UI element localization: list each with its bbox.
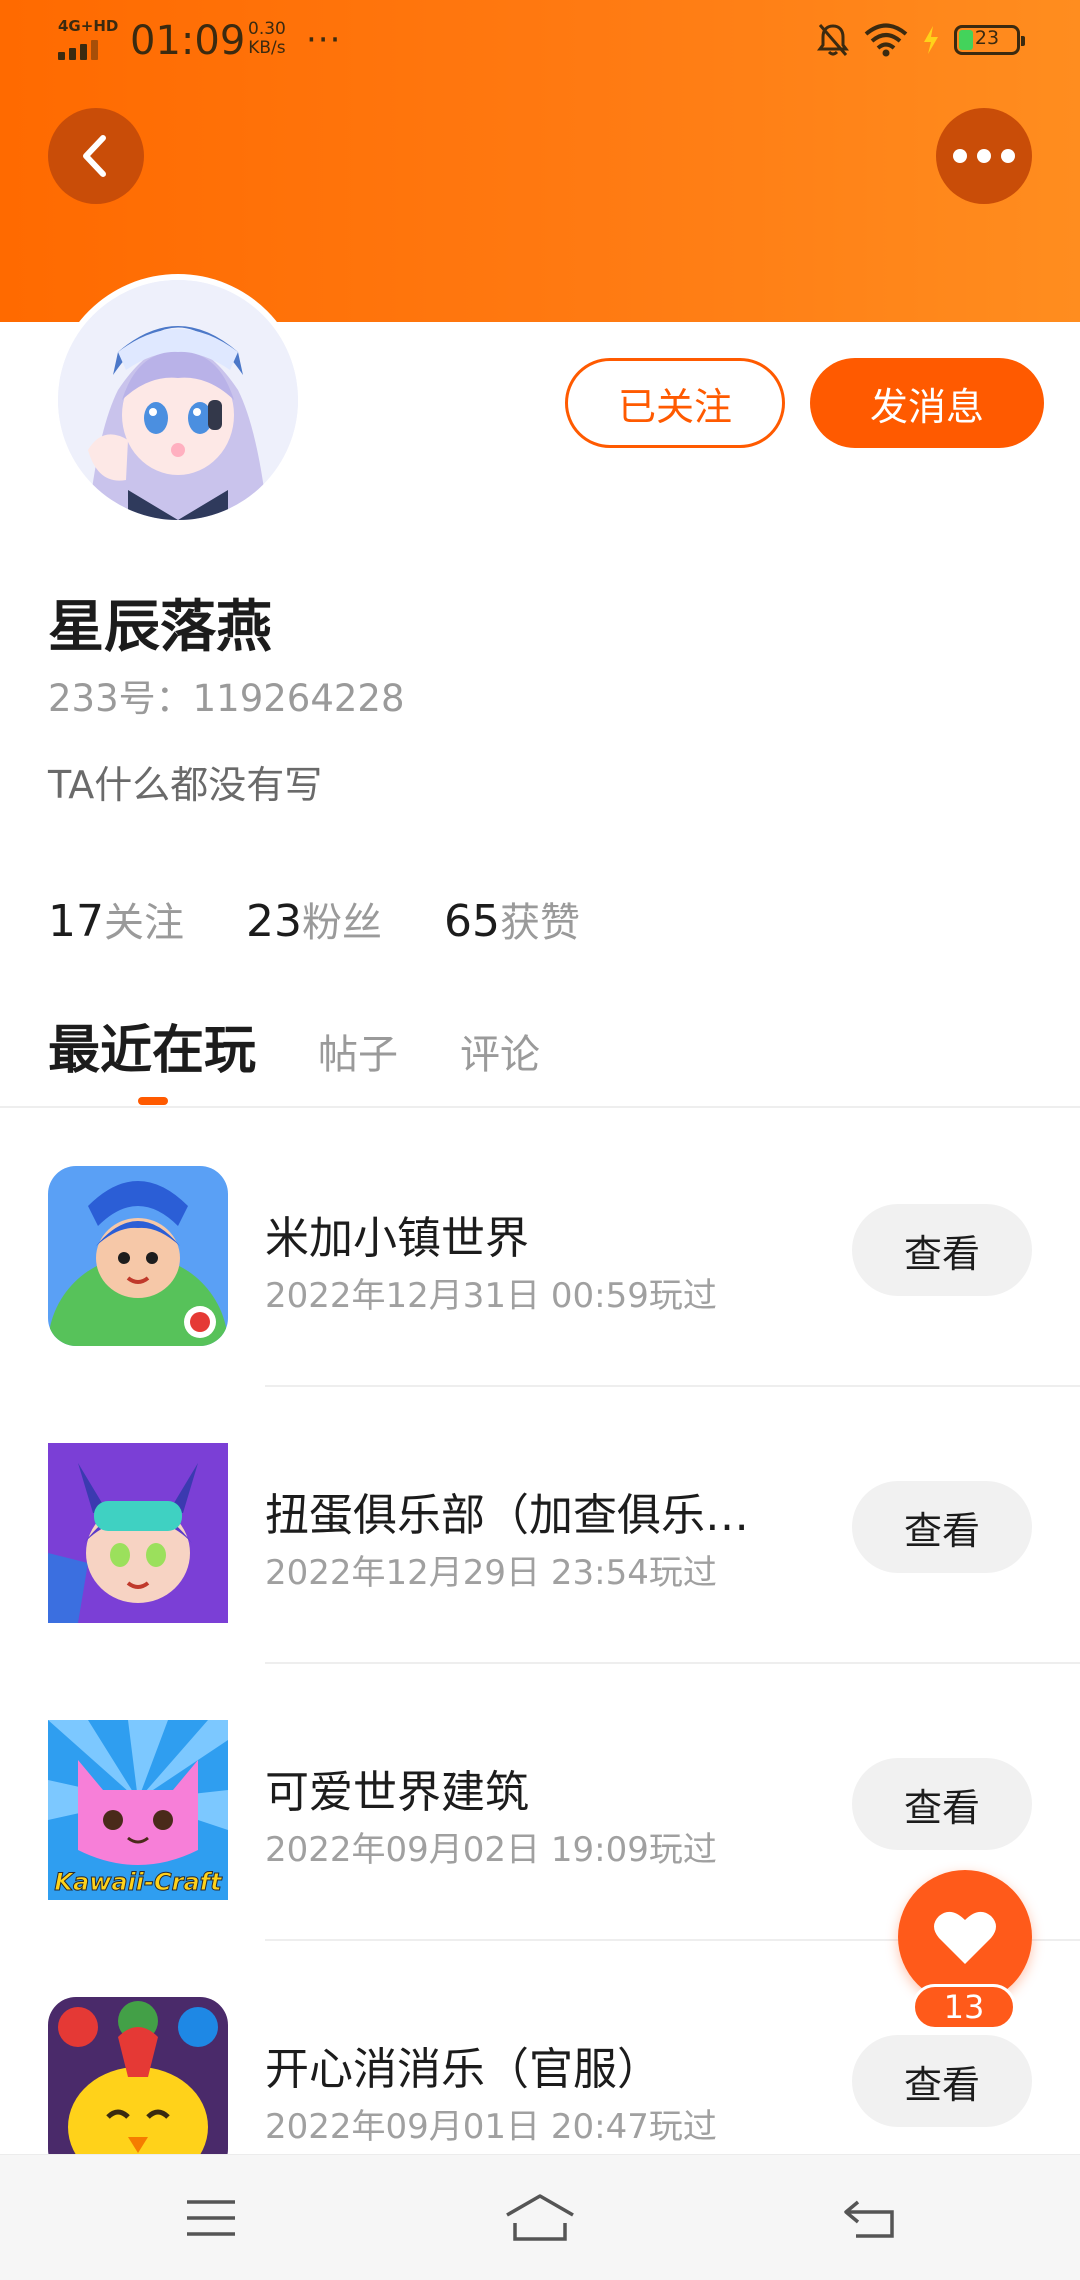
- tab-divider: [0, 1106, 1080, 1108]
- profile-stats: 17关注 23粉丝 65获赞: [48, 890, 580, 948]
- tab-recently-played[interactable]: 最近在玩: [48, 1008, 256, 1083]
- game-title: 米加小镇世界: [265, 1213, 529, 1264]
- list-item[interactable]: 米加小镇世界 2022年12月31日 00:59玩过 查看: [0, 1110, 1080, 1387]
- game-icon-logo-text: Kawaii-Craft: [54, 1868, 223, 1896]
- view-button[interactable]: 查看: [852, 1758, 1032, 1850]
- profile-page: 4G+HD 01:09 0.30 KB/s ··· 23 已关注 发消息 星辰落…: [0, 0, 1080, 2280]
- game-played-time: 2022年09月01日 20:47玩过: [265, 2107, 717, 2147]
- stat-likes-label: 获赞: [500, 900, 580, 946]
- menu-button[interactable]: [171, 2183, 251, 2253]
- game-played-time: 2022年09月02日 19:09玩过: [265, 1830, 717, 1870]
- chevron-left-icon: [83, 135, 106, 177]
- stat-following-label: 关注: [104, 900, 184, 946]
- game-title: 扭蛋俱乐部（加查俱乐…: [265, 1490, 749, 1541]
- home-button[interactable]: [500, 2183, 580, 2253]
- wifi-icon: [864, 23, 908, 57]
- status-icons: 23: [816, 20, 1025, 60]
- view-button[interactable]: 查看: [852, 1481, 1032, 1573]
- system-navbar: [0, 2154, 1080, 2280]
- stat-following[interactable]: 17关注: [48, 890, 184, 948]
- profile-header-banner: 4G+HD 01:09 0.30 KB/s ··· 23: [0, 0, 1080, 322]
- charging-icon: [924, 26, 938, 54]
- more-notifications-icon: ···: [306, 20, 342, 60]
- game-icon: Kawaii-Craft: [48, 1720, 228, 1900]
- stat-followers-value: 23: [246, 896, 302, 947]
- game-icon: [48, 1997, 228, 2177]
- heart-icon: [934, 1911, 996, 1964]
- tab-comments[interactable]: 评论: [460, 1022, 540, 1080]
- stat-following-value: 17: [48, 896, 104, 947]
- network-speed: 0.30 KB/s: [248, 20, 286, 58]
- status-bar: 4G+HD 01:09 0.30 KB/s ··· 23: [0, 0, 1080, 80]
- game-title: 可爱世界建筑: [265, 1767, 529, 1818]
- stat-likes-value: 65: [444, 896, 500, 947]
- game-title: 开心消消乐（官服）: [265, 2044, 661, 2095]
- stat-followers[interactable]: 23粉丝: [246, 890, 382, 948]
- battery-level: 23: [974, 27, 1000, 49]
- profile-tabs: 最近在玩 帖子 评论: [48, 1008, 540, 1083]
- game-icon: [48, 1166, 228, 1346]
- avatar-image: [58, 280, 298, 520]
- menu-icon: [187, 2200, 235, 2236]
- game-icon: [48, 1443, 228, 1623]
- game-played-time: 2022年12月31日 00:59玩过: [265, 1276, 717, 1316]
- back-nav-button[interactable]: [830, 2183, 910, 2253]
- view-button[interactable]: 查看: [852, 2035, 1032, 2127]
- tab-posts[interactable]: 帖子: [318, 1022, 398, 1080]
- stat-followers-label: 粉丝: [302, 900, 382, 946]
- followed-button[interactable]: 已关注: [565, 358, 785, 448]
- active-tab-indicator: [138, 1097, 168, 1105]
- game-played-time: 2022年12月29日 23:54玩过: [265, 1553, 717, 1593]
- avatar[interactable]: [52, 274, 304, 526]
- view-button[interactable]: 查看: [852, 1204, 1032, 1296]
- user-id: 233号：119264228: [48, 677, 405, 720]
- user-bio: TA什么都没有写: [48, 763, 323, 807]
- home-icon: [506, 2194, 574, 2241]
- like-count-badge: 13: [912, 1984, 1016, 2030]
- network-speed-unit: KB/s: [248, 38, 286, 58]
- back-button[interactable]: [48, 108, 144, 204]
- bell-off-icon: [817, 24, 849, 56]
- battery-icon: 23: [954, 25, 1025, 55]
- network-type: 4G+HD: [58, 17, 119, 35]
- more-button[interactable]: [936, 108, 1032, 204]
- signal-icon: [58, 40, 102, 60]
- user-name: 星辰落燕: [48, 595, 272, 660]
- more-horizontal-icon: [953, 149, 1015, 163]
- list-item[interactable]: 扭蛋俱乐部（加查俱乐… 2022年12月29日 23:54玩过 查看: [0, 1387, 1080, 1664]
- stat-likes[interactable]: 65获赞: [444, 890, 580, 948]
- back-nav-icon: [844, 2200, 894, 2238]
- status-time: 01:09: [130, 18, 246, 64]
- network-speed-value: 0.30: [248, 19, 286, 39]
- send-message-button[interactable]: 发消息: [810, 358, 1044, 448]
